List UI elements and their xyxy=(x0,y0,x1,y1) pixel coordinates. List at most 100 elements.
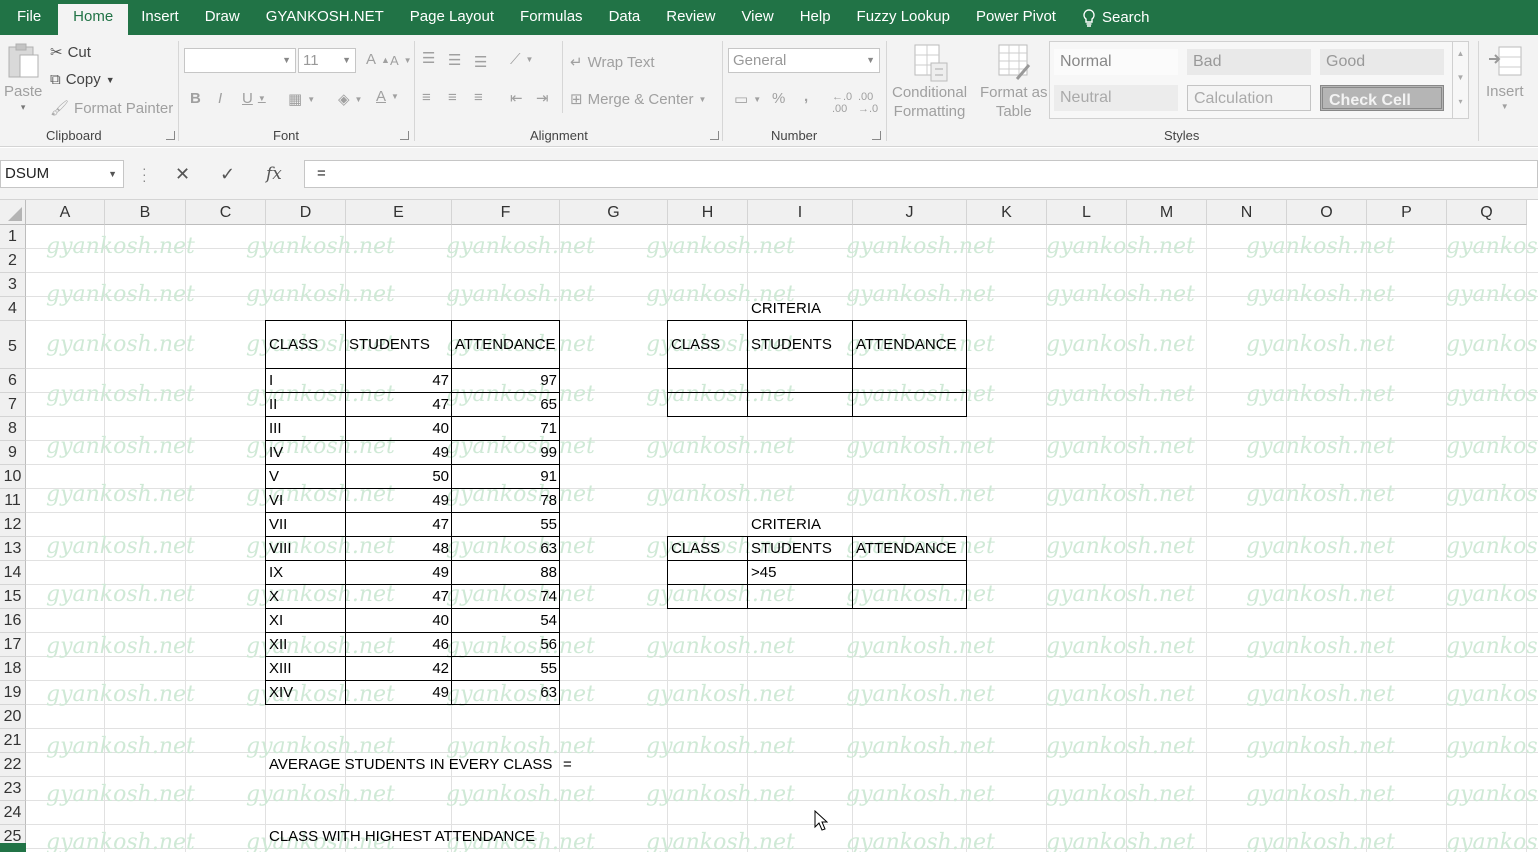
middle-align-button[interactable]: ☰ xyxy=(448,51,461,69)
name-box[interactable]: DSUM ▼ xyxy=(0,160,124,188)
bottom-align-button[interactable]: ☰ xyxy=(474,53,487,71)
enter-formula-icon[interactable]: ✓ xyxy=(220,164,235,185)
tab-review[interactable]: Review xyxy=(653,0,728,35)
row-header-1[interactable]: 1 xyxy=(0,225,26,249)
column-header-o[interactable]: O xyxy=(1287,200,1367,225)
row-header-7[interactable]: 7 xyxy=(0,393,26,417)
tab-view[interactable]: View xyxy=(728,0,786,35)
row-header-10[interactable]: 10 xyxy=(0,465,26,489)
tab-home[interactable]: Home xyxy=(58,4,129,35)
tab-gyankosh[interactable]: GYANKOSH.NET xyxy=(253,0,397,35)
row-header-4[interactable]: 4 xyxy=(0,297,26,321)
format-painter-button[interactable]: 🖌 Format Painter xyxy=(50,99,173,118)
row-header-11[interactable]: 11 xyxy=(0,489,26,513)
insert-cells-button[interactable]: Insert ▼ xyxy=(1486,43,1524,111)
decrease-indent-button[interactable]: ⇤ xyxy=(510,89,523,107)
row-header-20[interactable]: 20 xyxy=(0,705,26,729)
borders-button[interactable]: ▦ ▼ xyxy=(288,90,315,108)
decrease-font-button[interactable]: A ▼ xyxy=(390,53,412,68)
style-bad[interactable]: Bad xyxy=(1187,49,1311,75)
row-header-5[interactable]: 5 xyxy=(0,321,26,369)
tab-file[interactable]: File xyxy=(0,0,58,35)
style-neutral[interactable]: Neutral xyxy=(1054,85,1178,111)
cut-button[interactable]: ✂ Cut xyxy=(50,43,91,62)
clipboard-launcher-icon[interactable] xyxy=(166,131,175,140)
font-launcher-icon[interactable] xyxy=(400,131,409,140)
alignment-launcher-icon[interactable] xyxy=(710,131,719,140)
column-header-p[interactable]: P xyxy=(1367,200,1447,225)
row-header-15[interactable]: 15 xyxy=(0,585,26,609)
column-header-q[interactable]: Q xyxy=(1447,200,1527,225)
search-box[interactable]: Search xyxy=(1069,0,1163,35)
row-header-23[interactable]: 23 xyxy=(0,777,26,801)
column-header-f[interactable]: F xyxy=(452,200,560,225)
column-header-m[interactable]: M xyxy=(1127,200,1207,225)
row-header-22[interactable]: 22 xyxy=(0,753,26,777)
column-header-e[interactable]: E xyxy=(346,200,452,225)
align-left-button[interactable]: ≡ xyxy=(422,89,431,106)
column-header-g[interactable]: G xyxy=(560,200,668,225)
column-header-n[interactable]: N xyxy=(1207,200,1287,225)
bold-button[interactable]: B xyxy=(190,90,201,107)
column-header-l[interactable]: L xyxy=(1047,200,1127,225)
column-header-i[interactable]: I xyxy=(748,200,853,225)
orientation-button[interactable]: ⟋ ▼ xyxy=(510,51,533,68)
tab-data[interactable]: Data xyxy=(596,0,654,35)
tab-formulas[interactable]: Formulas xyxy=(507,0,596,35)
tab-fuzzy-lookup[interactable]: Fuzzy Lookup xyxy=(844,0,963,35)
row-header-17[interactable]: 17 xyxy=(0,633,26,657)
number-launcher-icon[interactable] xyxy=(872,131,881,140)
row-header-6[interactable]: 6 xyxy=(0,369,26,393)
style-good[interactable]: Good xyxy=(1320,49,1444,75)
row-header-2[interactable]: 2 xyxy=(0,249,26,273)
row-header-9[interactable]: 9 xyxy=(0,441,26,465)
column-header-b[interactable]: B xyxy=(105,200,186,225)
tab-insert[interactable]: Insert xyxy=(128,0,192,35)
column-header-d[interactable]: D xyxy=(266,200,346,225)
increase-font-button[interactable]: A ▲ xyxy=(366,51,390,68)
row-header-21[interactable]: 21 xyxy=(0,729,26,753)
wrap-text-button[interactable]: ↵ Wrap Text xyxy=(570,53,655,72)
paste-button[interactable]: Paste ▾ xyxy=(4,43,42,113)
tab-draw[interactable]: Draw xyxy=(192,0,253,35)
percent-button[interactable]: % xyxy=(772,90,785,107)
fill-color-button[interactable]: ◈ ▼ xyxy=(338,90,362,108)
format-as-table-button[interactable]: Format as Table xyxy=(980,43,1048,121)
underline-button[interactable]: U ▼ xyxy=(242,90,266,107)
font-color-button[interactable]: A ▼ xyxy=(376,88,399,105)
style-calculation[interactable]: Calculation xyxy=(1187,85,1311,111)
row-header-24[interactable]: 24 xyxy=(0,801,26,825)
merge-center-button[interactable]: ⊞ Merge & Center ▼ xyxy=(570,90,706,109)
column-header-c[interactable]: C xyxy=(186,200,266,225)
select-all-corner[interactable] xyxy=(0,200,26,225)
tab-page-layout[interactable]: Page Layout xyxy=(397,0,507,35)
row-header-12[interactable]: 12 xyxy=(0,513,26,537)
styles-scroll[interactable]: ▲ ▼ ▾ xyxy=(1452,42,1468,118)
row-header-16[interactable]: 16 xyxy=(0,609,26,633)
conditional-formatting-button[interactable]: Conditional Formatting xyxy=(892,43,967,121)
column-header-j[interactable]: J xyxy=(853,200,967,225)
accounting-format-button[interactable]: ▭ ▼ xyxy=(734,90,761,108)
top-align-button[interactable]: ☰ xyxy=(422,49,435,67)
column-header-h[interactable]: H xyxy=(668,200,748,225)
row-header-8[interactable]: 8 xyxy=(0,417,26,441)
font-name-select[interactable]: ▼ xyxy=(184,48,296,73)
worksheet-grid[interactable]: ABCDEFGHIJKLMNOPQ 1 2 3 4 5 6 7 8 9 10 11 12 13 14 15 1… xyxy=(0,200,1538,852)
insert-function-icon[interactable]: fx xyxy=(266,164,282,184)
row-header-3[interactable]: 3 xyxy=(0,273,26,297)
copy-button[interactable]: ⧉ Copy ▼ xyxy=(50,71,115,88)
increase-indent-button[interactable]: ⇥ xyxy=(536,89,549,107)
number-format-select[interactable]: General ▼ xyxy=(728,48,880,73)
cancel-formula-icon[interactable]: ✕ xyxy=(175,164,190,185)
tab-help[interactable]: Help xyxy=(787,0,844,35)
row-header-14[interactable]: 14 xyxy=(0,561,26,585)
row-header-19[interactable]: 19 xyxy=(0,681,26,705)
increase-decimal-button[interactable]: ←.0.00 xyxy=(832,91,852,115)
comma-button[interactable]: , xyxy=(804,88,808,105)
column-header-k[interactable]: K xyxy=(967,200,1047,225)
row-header-13[interactable]: 13 xyxy=(0,537,26,561)
tab-power-pivot[interactable]: Power Pivot xyxy=(963,0,1069,35)
align-right-button[interactable]: ≡ xyxy=(474,89,483,106)
row-header-18[interactable]: 18 xyxy=(0,657,26,681)
italic-button[interactable]: I xyxy=(218,90,222,107)
